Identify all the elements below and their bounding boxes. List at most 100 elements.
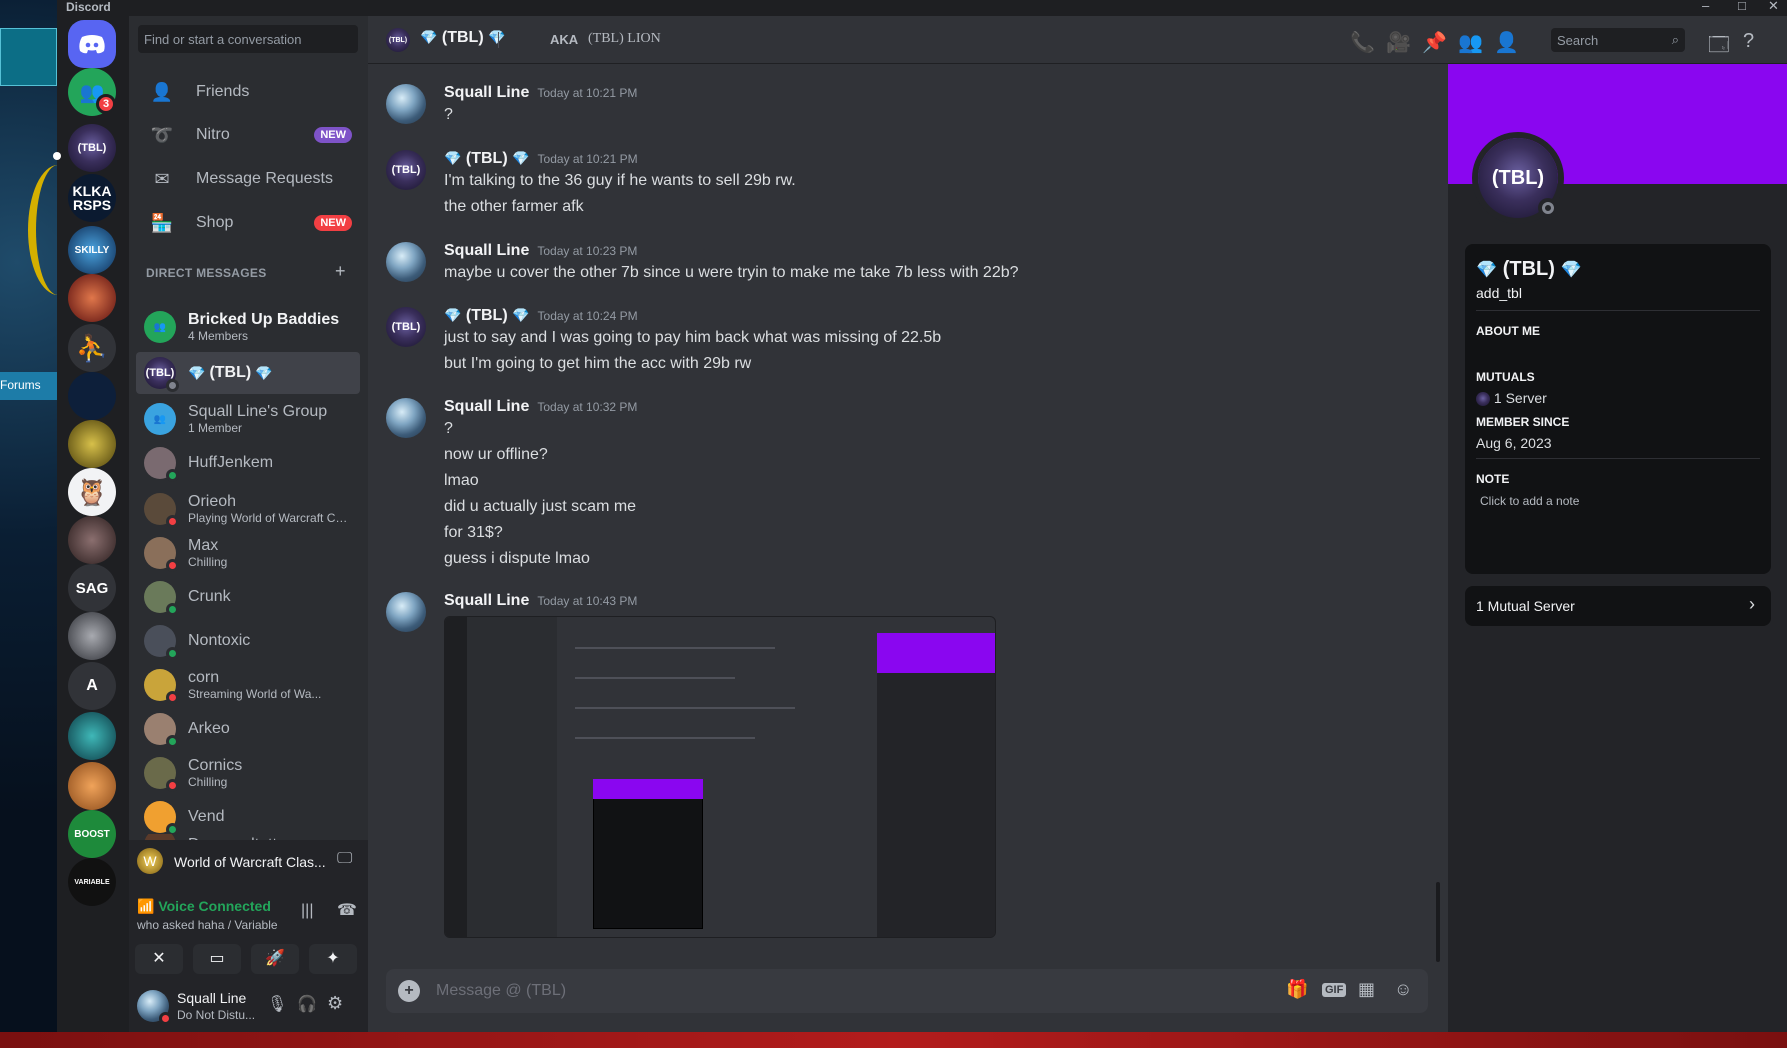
- video-icon[interactable]: 🎥: [1386, 30, 1411, 55]
- dm-name: Vend: [188, 808, 225, 825]
- dm-item-max[interactable]: Max Chilling: [136, 532, 360, 574]
- author-avatar[interactable]: [386, 592, 426, 632]
- user-avatar[interactable]: [137, 990, 172, 1025]
- headphones-icon[interactable]: 🎧: [297, 994, 317, 1014]
- nav-friends[interactable]: 👤 Friends: [136, 71, 360, 113]
- minimize-icon[interactable]: –: [1702, 0, 1709, 13]
- author-avatar[interactable]: (TBL): [386, 150, 426, 190]
- gift-icon[interactable]: 🎁: [1286, 979, 1308, 1000]
- server-wow[interactable]: [68, 420, 116, 468]
- author-avatar[interactable]: [386, 242, 426, 282]
- camera-off-button[interactable]: ✕: [135, 944, 183, 974]
- server-jordan[interactable]: ⛹: [68, 324, 116, 372]
- profile-avatar[interactable]: (TBL): [1472, 132, 1564, 224]
- pin-icon[interactable]: 📌: [1422, 30, 1447, 55]
- dm-item-nontoxic[interactable]: Nontoxic: [136, 620, 360, 662]
- author-name[interactable]: Squall Line: [444, 592, 529, 609]
- status-dot: [166, 691, 179, 704]
- dm-item-bricked-up-baddies[interactable]: 👥 Bricked Up Baddies 4 Members: [136, 306, 360, 348]
- dm-item-orieoh[interactable]: Orieoh Playing World of Warcraft Cla...: [136, 488, 360, 530]
- gear-icon[interactable]: ⚙: [327, 993, 343, 1014]
- message-input-placeholder[interactable]: Message @ (TBL): [436, 982, 566, 1000]
- title-bar: Discord – □ ✕: [0, 0, 1787, 16]
- server-owl[interactable]: 🦉: [68, 468, 116, 516]
- author-name[interactable]: Squall Line: [444, 242, 529, 259]
- server-bandits[interactable]: [68, 372, 116, 420]
- soundboard-button[interactable]: ✦: [309, 944, 357, 974]
- dm-name: Cornics: [188, 757, 243, 774]
- nav-nitro[interactable]: ➰ Nitro NEW: [136, 114, 360, 156]
- friends-server-icon[interactable]: 👥 3: [68, 68, 116, 116]
- dm-item-vend[interactable]: Vend: [136, 796, 360, 838]
- dm-item-squall-group[interactable]: 👥 Squall Line's Group 1 Member: [136, 398, 360, 440]
- forums-tab[interactable]: Forums: [0, 372, 57, 400]
- create-dm-plus-icon[interactable]: +: [335, 261, 346, 282]
- mutuals-value[interactable]: 1 Server: [1476, 390, 1547, 407]
- sticker-icon[interactable]: ▦: [1358, 979, 1375, 1000]
- search-placeholder: Search: [1557, 33, 1599, 48]
- upload-plus-icon[interactable]: +: [398, 980, 420, 1002]
- server-avatar-4[interactable]: [68, 274, 116, 322]
- profile-toggle-icon[interactable]: 👤: [1494, 30, 1519, 55]
- user-profile-panel: (TBL) 💎 (TBL) 💎 add_tbl ABOUT ME MUTUALS…: [1448, 64, 1787, 1032]
- stream-icon[interactable]: 🖵: [337, 850, 352, 868]
- close-icon[interactable]: ✕: [1768, 0, 1779, 14]
- emoji-icon[interactable]: ☺: [1394, 979, 1412, 1000]
- dm-name: Nontoxic: [188, 632, 251, 649]
- dm-item-crunk[interactable]: Crunk: [136, 576, 360, 618]
- server-tbl[interactable]: (TBL): [68, 124, 116, 172]
- server-skull[interactable]: [68, 516, 116, 564]
- activity-button[interactable]: 🚀: [251, 944, 299, 974]
- mutual-server-button[interactable]: 1 Mutual Server ›: [1465, 586, 1771, 626]
- nav-message-requests[interactable]: ✉ Message Requests: [136, 158, 360, 200]
- server-a[interactable]: A: [68, 662, 116, 710]
- add-friends-icon[interactable]: 👥: [1458, 30, 1483, 55]
- chat-scrollbar[interactable]: [1436, 882, 1440, 962]
- dm-item-huffjenkem[interactable]: HuffJenkem: [136, 442, 360, 484]
- nav-shop[interactable]: 🏪 Shop NEW: [136, 202, 360, 244]
- author-line: Squall Line Today at 10:21 PM: [444, 84, 637, 102]
- help-icon[interactable]: ?: [1743, 30, 1754, 53]
- author-name[interactable]: (TBL): [466, 150, 508, 167]
- author-name[interactable]: Squall Line: [444, 398, 529, 415]
- search-icon: ⌕: [1671, 32, 1679, 47]
- server-cat[interactable]: [68, 762, 116, 810]
- screenshot-attachment[interactable]: [444, 616, 996, 938]
- server-avatar-11[interactable]: [68, 612, 116, 660]
- dm-item-cornics[interactable]: Cornics Chilling: [136, 752, 360, 794]
- find-conversation-input[interactable]: Find or start a conversation: [138, 25, 358, 53]
- author-name[interactable]: (TBL): [466, 307, 508, 324]
- server-klka-rsps[interactable]: KLKA RSPS: [68, 174, 116, 222]
- share-screen-button[interactable]: ▭: [193, 944, 241, 974]
- server-boost[interactable]: BOOST: [68, 810, 116, 858]
- inbox-icon[interactable]: 🗔: [1708, 30, 1730, 64]
- disconnect-icon[interactable]: ☎: [337, 900, 357, 920]
- author-avatar[interactable]: [386, 84, 426, 124]
- server-avatar-13[interactable]: [68, 712, 116, 760]
- header-name-text: (TBL): [441, 29, 484, 46]
- author-avatar[interactable]: (TBL): [386, 307, 426, 347]
- search-input[interactable]: Search ⌕: [1551, 28, 1685, 52]
- mic-icon[interactable]: 🎙: [267, 994, 287, 1014]
- author-name[interactable]: Squall Line: [444, 84, 529, 101]
- browser-window-edge[interactable]: [0, 28, 57, 86]
- note-input[interactable]: Click to add a note: [1480, 494, 1579, 508]
- maximize-icon[interactable]: □: [1738, 0, 1746, 13]
- dm-item-tbl[interactable]: (TBL) 💎 (TBL) 💎: [136, 352, 360, 394]
- home-button[interactable]: [68, 20, 116, 68]
- server-sag[interactable]: SAG: [68, 564, 116, 612]
- server-variable[interactable]: VARIABLE: [68, 858, 116, 906]
- dm-item-corn[interactable]: corn Streaming World of Wa...: [136, 664, 360, 706]
- dm-item-arkeo[interactable]: Arkeo: [136, 708, 360, 750]
- author-avatar[interactable]: [386, 398, 426, 438]
- diamond-icon: 💎: [1560, 260, 1582, 279]
- gif-icon[interactable]: GIF: [1322, 983, 1347, 997]
- noise-suppression-icon[interactable]: |||: [301, 902, 313, 920]
- message-composer[interactable]: + Message @ (TBL) 🎁 GIF ▦ ☺: [386, 969, 1428, 1013]
- divider: [1476, 310, 1760, 311]
- thumb-profile: [877, 633, 995, 937]
- server-skilly[interactable]: SKILLY: [68, 226, 116, 274]
- desktop-background: Forums: [0, 0, 57, 1048]
- call-icon[interactable]: 📞: [1350, 30, 1375, 55]
- timestamp: Today at 10:21 PM: [537, 86, 638, 100]
